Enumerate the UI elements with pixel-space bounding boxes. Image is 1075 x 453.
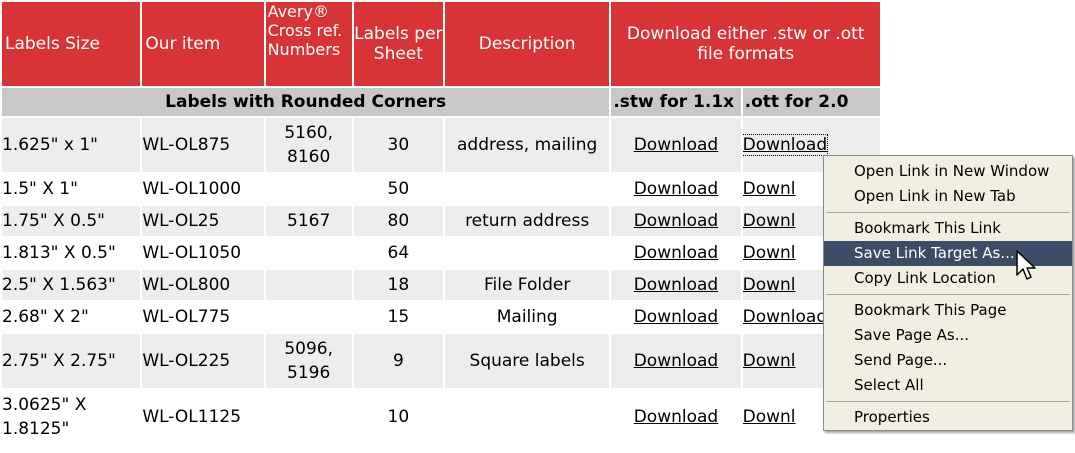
cell-item: WL-OL1050 [142, 238, 264, 268]
table-row: 1.625" x 1" WL-OL875 5160, 8160 30 addre… [2, 118, 880, 172]
download-stw-link[interactable]: Download [634, 307, 719, 327]
download-ott-link[interactable]: Downl [743, 243, 796, 263]
cell-item: WL-OL875 [142, 118, 264, 172]
cell-per-sheet: 80 [353, 206, 443, 236]
table-row: 1.5" X 1" WL-OL1000 50 Download Downl [2, 174, 880, 204]
menu-item-properties[interactable]: Properties [824, 405, 1072, 430]
menu-item-save-page-as[interactable]: Save Page As... [824, 323, 1072, 348]
cell-description [444, 390, 610, 444]
table-row: 2.68" X 2" WL-OL775 15 Mailing Download … [2, 302, 880, 332]
menu-separator [826, 212, 1070, 213]
menu-item-select-all[interactable]: Select All [824, 373, 1072, 398]
cell-per-sheet: 30 [353, 118, 443, 172]
cell-per-sheet: 9 [353, 334, 443, 388]
cell-size: 1.625" x 1" [2, 118, 141, 172]
cell-item: WL-OL1125 [142, 390, 264, 444]
download-ott-link[interactable]: Downl [743, 407, 796, 427]
cell-size: 1.813" X 0.5" [2, 238, 141, 268]
cell-size: 1.5" X 1" [2, 174, 141, 204]
labels-table: Labels Size Our item Avery® Cross ref. N… [0, 0, 882, 446]
menu-separator [826, 294, 1070, 295]
menu-item-bookmark-link[interactable]: Bookmark This Link [824, 216, 1072, 241]
cell-per-sheet: 10 [353, 390, 443, 444]
cell-avery [265, 270, 352, 300]
menu-item-open-new-tab[interactable]: Open Link in New Tab [824, 184, 1072, 209]
cell-size: 3.0625" X 1.8125" [2, 390, 141, 444]
cell-description [444, 238, 610, 268]
download-stw-link[interactable]: Download [634, 243, 719, 263]
header-description: Description [444, 2, 610, 86]
cell-avery [265, 174, 352, 204]
download-ott-link[interactable]: Downl [743, 275, 796, 295]
download-stw-link[interactable]: Download [634, 351, 719, 371]
table-row: 2.5" X 1.563" WL-OL800 18 File Folder Do… [2, 270, 880, 300]
cell-avery [265, 238, 352, 268]
menu-item-bookmark-page[interactable]: Bookmark This Page [824, 298, 1072, 323]
menu-separator [826, 401, 1070, 402]
cell-item: WL-OL775 [142, 302, 264, 332]
download-ott-link[interactable]: Download [743, 307, 828, 327]
table-row: 1.75" X 0.5" WL-OL25 5167 80 return addr… [2, 206, 880, 236]
download-stw-link[interactable]: Download [634, 211, 719, 231]
cell-description: address, mailing [444, 118, 610, 172]
download-stw-link[interactable]: Download [634, 135, 719, 155]
download-stw-link[interactable]: Download [634, 179, 719, 199]
download-ott-link[interactable]: Downl [743, 351, 796, 371]
cell-item: WL-OL800 [142, 270, 264, 300]
cell-avery: 5096, 5196 [265, 334, 352, 388]
header-labels-size: Labels Size [2, 2, 141, 86]
cell-avery: 5160, 8160 [265, 118, 352, 172]
download-ott-link[interactable]: Downl [743, 211, 796, 231]
menu-item-send-page[interactable]: Send Page... [824, 348, 1072, 373]
cell-description: File Folder [444, 270, 610, 300]
cell-size: 2.5" X 1.563" [2, 270, 141, 300]
cell-description: Square labels [444, 334, 610, 388]
arrow-pointer-icon [1016, 250, 1036, 280]
cell-avery [265, 390, 352, 444]
header-avery-cross-ref: Avery® Cross ref. Numbers [265, 2, 352, 86]
menu-item-open-new-window[interactable]: Open Link in New Window [824, 159, 1072, 184]
cell-per-sheet: 50 [353, 174, 443, 204]
cell-size: 2.68" X 2" [2, 302, 141, 332]
cell-avery: 5167 [265, 206, 352, 236]
download-ott-link[interactable]: Downl [743, 179, 796, 199]
cell-description [444, 174, 610, 204]
section-ott-label: .ott for 2.0 [742, 88, 880, 116]
header-download-formats: Download either .stw or .ott file format… [611, 2, 880, 86]
table-row: 3.0625" X 1.8125" WL-OL1125 10 Download … [2, 390, 880, 444]
cell-item: WL-OL25 [142, 206, 264, 236]
table-header-row: Labels Size Our item Avery® Cross ref. N… [2, 2, 880, 86]
cell-description: Mailing [444, 302, 610, 332]
header-our-item: Our item [142, 2, 264, 86]
context-menu: Open Link in New Window Open Link in New… [823, 155, 1073, 431]
section-header-row: Labels with Rounded Corners .stw for 1.1… [2, 88, 880, 116]
cell-size: 2.75" X 2.75" [2, 334, 141, 388]
table-row: 2.75" X 2.75" WL-OL225 5096, 5196 9 Squa… [2, 334, 880, 388]
download-ott-link[interactable]: Download [742, 134, 829, 156]
cell-size: 1.75" X 0.5" [2, 206, 141, 236]
cell-description: return address [444, 206, 610, 236]
cell-item: WL-OL1000 [142, 174, 264, 204]
cell-per-sheet: 64 [353, 238, 443, 268]
cell-avery [265, 302, 352, 332]
section-title: Labels with Rounded Corners [2, 88, 610, 116]
cell-per-sheet: 18 [353, 270, 443, 300]
table-row: 1.813" X 0.5" WL-OL1050 64 Download Down… [2, 238, 880, 268]
section-stw-label: .stw for 1.1x [611, 88, 741, 116]
header-labels-per-sheet: Labels per Sheet [353, 2, 443, 86]
download-stw-link[interactable]: Download [634, 275, 719, 295]
cell-per-sheet: 15 [353, 302, 443, 332]
download-stw-link[interactable]: Download [634, 407, 719, 427]
cell-item: WL-OL225 [142, 334, 264, 388]
